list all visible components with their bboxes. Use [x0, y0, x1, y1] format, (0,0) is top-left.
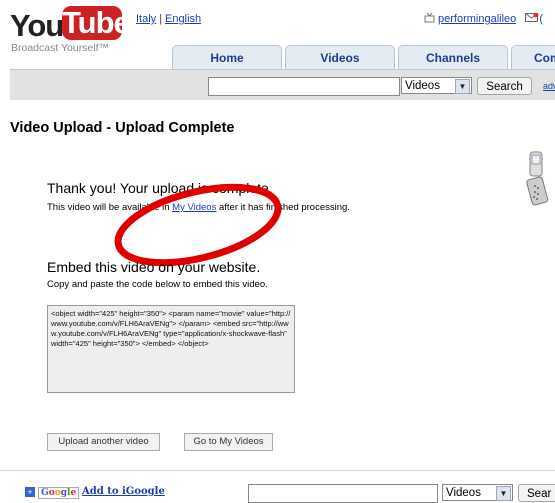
upload-another-button[interactable]: Upload another video [47, 433, 160, 451]
google-logo: Google [38, 487, 80, 499]
footer-divider [0, 470, 555, 471]
footer-search-input[interactable] [248, 484, 438, 503]
tab-home[interactable]: Home [172, 45, 282, 70]
logo-tube[interactable]: Tube [62, 6, 131, 40]
embed-subtitle: Copy and paste the code below to embed t… [47, 279, 268, 290]
search-input[interactable] [208, 77, 400, 96]
language-links: Italy | English [136, 13, 201, 25]
google-badge[interactable]: + Google [25, 486, 80, 499]
footer-chevron-down-icon: ▼ [496, 486, 511, 501]
add-to-igoogle-link[interactable]: Add to iGoogle [82, 486, 165, 497]
go-to-my-videos-button[interactable]: Go to My Videos [184, 433, 273, 451]
tab-videos[interactable]: Videos [285, 45, 395, 70]
tagline: Broadcast Yourself™ [11, 42, 110, 54]
search-type-select[interactable]: Videos ▼ [401, 77, 472, 94]
tab-community[interactable]: Com [511, 45, 555, 69]
phone-icon [526, 151, 549, 206]
advanced-search-link[interactable]: adv [543, 81, 555, 91]
chevron-down-icon: ▼ [455, 79, 470, 94]
user-area: performingalileo ( [424, 12, 543, 25]
search-type-value: Videos [405, 80, 440, 92]
footer-search-type-select[interactable]: Videos ▼ [442, 484, 513, 501]
username-link[interactable]: performingalileo [438, 13, 516, 25]
logo-you[interactable]: You [10, 8, 64, 44]
mail-icon[interactable] [525, 12, 539, 23]
country-link[interactable]: Italy [136, 13, 156, 25]
footer-search-button[interactable]: Sear [518, 484, 555, 502]
search-button[interactable]: Search [477, 77, 532, 95]
language-link[interactable]: English [165, 13, 201, 25]
embed-code-box[interactable]: <object width="425" height="350"> <param… [47, 305, 295, 393]
lang-separator: | [159, 13, 163, 25]
google-plus-icon: + [25, 487, 35, 497]
embed-title: Embed this video on your website. [47, 259, 261, 275]
user-suffix: ( [539, 13, 543, 25]
footer-search-type-value: Videos [446, 487, 481, 499]
tab-channels[interactable]: Channels [398, 45, 508, 70]
tv-icon [424, 12, 435, 23]
page-title: Video Upload - Upload Complete [10, 120, 235, 136]
